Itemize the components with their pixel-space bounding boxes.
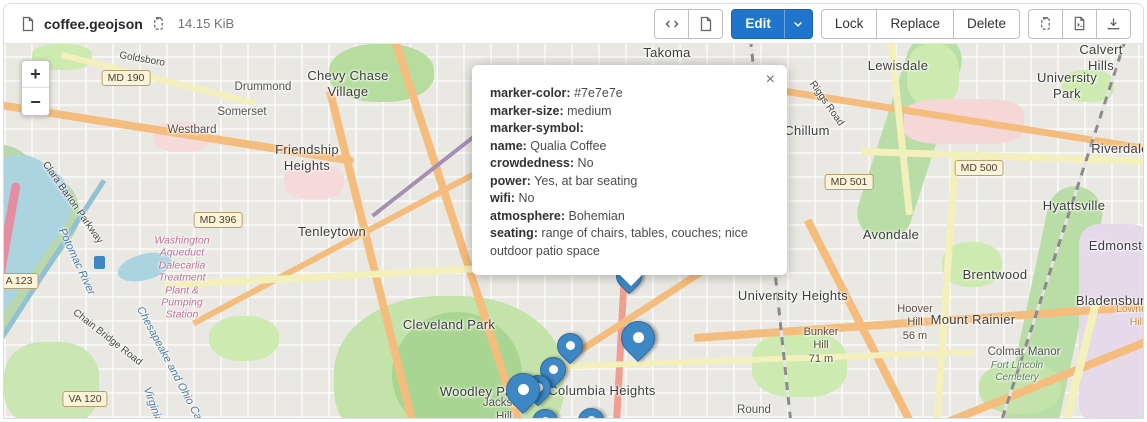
replace-button[interactable]: Replace <box>876 9 954 39</box>
map-canvas[interactable]: TakomaLewisdaleCalvert HillsUniversity P… <box>4 44 1143 418</box>
rendered-view-button[interactable] <box>688 9 723 39</box>
popup-property: name: Qualia Coffee <box>490 138 769 156</box>
code-view-button[interactable] <box>654 9 689 39</box>
map-zoom-control: + − <box>21 60 50 116</box>
copy-contents-icon <box>1038 16 1053 31</box>
popup-properties: marker-color: #7e7e7emarker-size: medium… <box>490 85 769 260</box>
open-raw-icon <box>1072 16 1087 31</box>
code-view-icon <box>664 16 680 32</box>
open-raw-button[interactable] <box>1062 9 1097 39</box>
view-toggle-group <box>654 9 723 39</box>
copy-file-name-icon[interactable] <box>151 16 166 31</box>
file-icon <box>20 16 36 32</box>
zoom-in-button[interactable]: + <box>22 61 49 88</box>
download-icon <box>1106 16 1121 31</box>
zoom-out-button[interactable]: − <box>22 88 49 115</box>
file-actions-group: Lock Replace Delete <box>821 9 1020 39</box>
file-name: coffee.geojson <box>44 16 143 32</box>
copy-contents-button[interactable] <box>1028 9 1063 39</box>
popup-property: atmosphere: Bohemian <box>490 208 769 226</box>
file-header: coffee.geojson 14.15 KiB Edit <box>4 4 1143 44</box>
file-viewer-widget: coffee.geojson 14.15 KiB Edit <box>3 3 1144 419</box>
popup-property: wifi: No <box>490 190 769 208</box>
lock-button[interactable]: Lock <box>821 9 878 39</box>
edit-button[interactable]: Edit <box>731 9 785 39</box>
popup-close-icon[interactable]: × <box>766 72 775 88</box>
chevron-down-icon <box>792 18 804 30</box>
file-utility-group <box>1028 9 1131 39</box>
popup-property: power: Yes, at bar seating <box>490 173 769 191</box>
file-size: 14.15 KiB <box>178 16 234 31</box>
popup-property: marker-size: medium <box>490 103 769 121</box>
edit-dropdown-button[interactable] <box>784 9 813 39</box>
popup-property: crowdedness: No <box>490 155 769 173</box>
edit-split-button: Edit <box>731 9 813 39</box>
popup-property: marker-color: #7e7e7e <box>490 85 769 103</box>
popup-property: marker-symbol: <box>490 120 769 138</box>
rendered-file-icon <box>698 16 714 32</box>
delete-button[interactable]: Delete <box>953 9 1020 39</box>
popup-property: seating: range of chairs, tables, couche… <box>490 225 769 260</box>
download-button[interactable] <box>1096 9 1131 39</box>
feature-popup: × marker-color: #7e7e7emarker-size: medi… <box>472 65 787 275</box>
